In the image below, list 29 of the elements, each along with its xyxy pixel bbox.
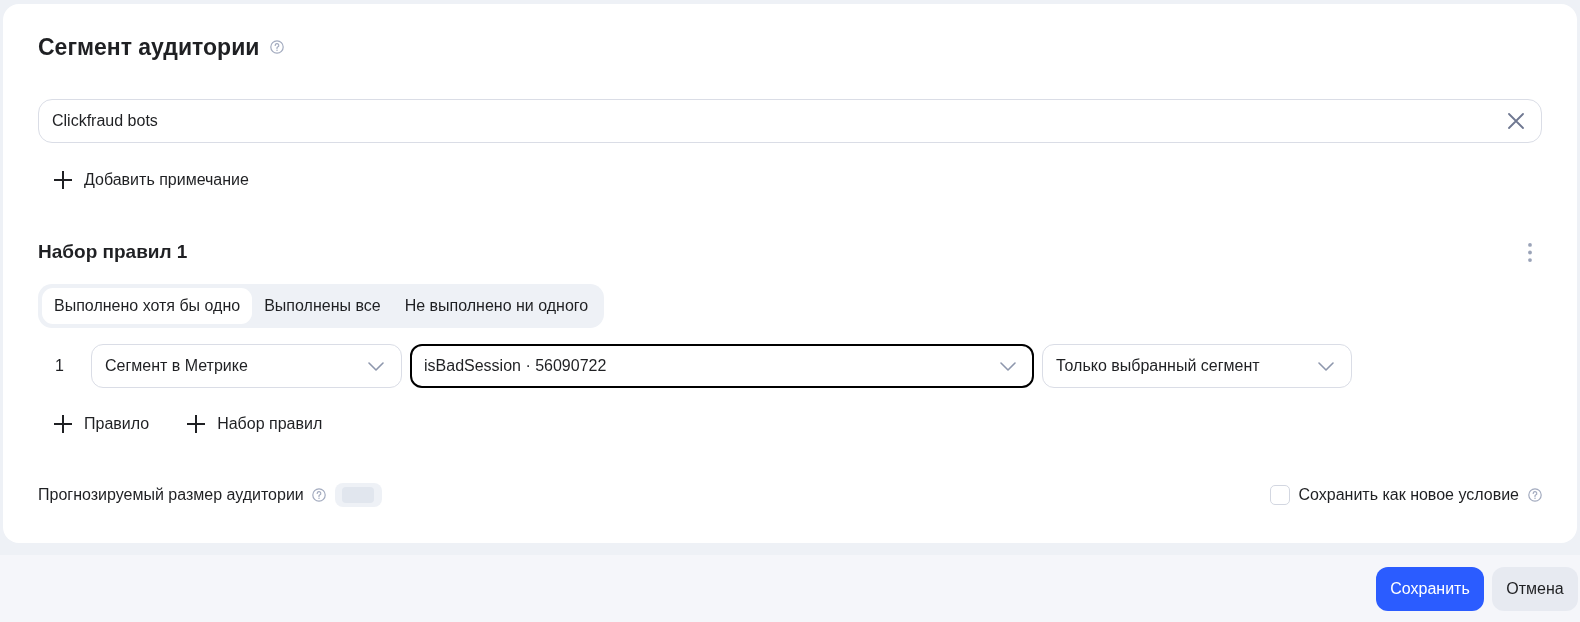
add-rule-button[interactable]: Набор правил — [171, 408, 339, 440]
chevron-down-icon — [1000, 361, 1016, 371]
help-icon[interactable] — [270, 40, 285, 54]
help-icon[interactable] — [311, 488, 326, 502]
plus-icon — [54, 171, 72, 189]
dialog-title: Сегмент аудитории — [38, 33, 260, 62]
checkbox[interactable] — [1270, 485, 1291, 505]
forecast-label: Прогнозируемый размер аудитории — [38, 486, 304, 504]
match-mode-tab[interactable]: Выполнено хотя бы одно — [42, 288, 253, 324]
checkbox-label[interactable]: Сохранить как новое условие — [1298, 486, 1519, 504]
match-mode-tab[interactable]: Не выполнено ни одного — [392, 288, 601, 324]
chevron-down-icon — [368, 361, 384, 371]
plus-icon — [187, 415, 206, 433]
add-rule-button[interactable]: Правило — [38, 408, 166, 440]
rule-number: 1 — [54, 357, 65, 375]
select-dropdown[interactable]: Только выбранный сегмент — [1042, 344, 1352, 388]
select-dropdown[interactable]: isBadSession · 56090722 — [410, 344, 1034, 388]
rule-set-title: Набор правил 1 — [38, 241, 188, 263]
chevron-down-icon — [1318, 361, 1334, 371]
add-note-button[interactable]: Добавить примечание — [38, 164, 265, 196]
plus-icon — [54, 415, 72, 433]
save-button[interactable]: Сохранить — [1376, 567, 1484, 611]
cancel-button[interactable]: Отмена — [1492, 567, 1578, 611]
help-icon[interactable] — [1528, 488, 1542, 502]
clear-icon[interactable] — [1508, 113, 1524, 129]
match-mode-tab[interactable]: Выполнены все — [252, 288, 393, 324]
select-dropdown[interactable]: Сегмент в Метрике — [91, 344, 402, 388]
name-input-field[interactable]: Clickfraud bots — [38, 99, 1542, 143]
more-options-icon[interactable] — [1528, 242, 1532, 262]
